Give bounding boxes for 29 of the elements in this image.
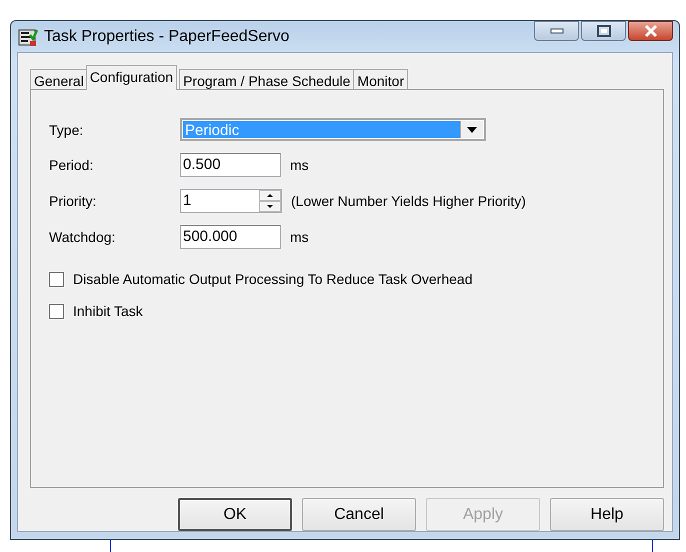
tab[interactable]: Program / Phase Schedule [179,69,354,90]
checkbox-label: Disable Automatic Output Processing To Reduce Task Overhead [73,271,472,287]
input-field[interactable]: 500.000 [180,225,281,249]
close-button[interactable] [628,21,673,41]
tab[interactable]: General [30,69,88,90]
field-label: Type: [49,122,84,138]
maximize-button[interactable] [581,21,626,41]
dialog-button[interactable]: Help [550,498,664,531]
unit-label: ms [290,157,309,173]
checkbox[interactable] [49,272,64,286]
minimize-icon [550,28,564,34]
field-label: Period: [49,157,94,173]
app-icon [18,26,38,46]
dialog-button[interactable]: OK [178,498,292,531]
close-icon [642,24,658,38]
unit-label: ms [290,229,309,245]
window-title: Task Properties - PaperFeedServo [44,28,290,46]
dropdown-arrow-icon [467,126,477,132]
checkbox-label: Inhibit Task [73,303,143,319]
minimize-button[interactable] [534,21,579,41]
tab[interactable]: Monitor [353,69,408,90]
checkbox[interactable] [49,304,64,318]
dialog-button[interactable]: Cancel [302,498,416,531]
field-label: Watchdog: [49,229,116,245]
field-label: Priority: [49,193,98,209]
maximize-icon [596,25,610,37]
hint-text: (Lower Number Yields Higher Priority) [291,193,526,209]
input-field[interactable]: 0.500 [180,153,281,177]
tab[interactable]: Configuration [86,65,178,90]
